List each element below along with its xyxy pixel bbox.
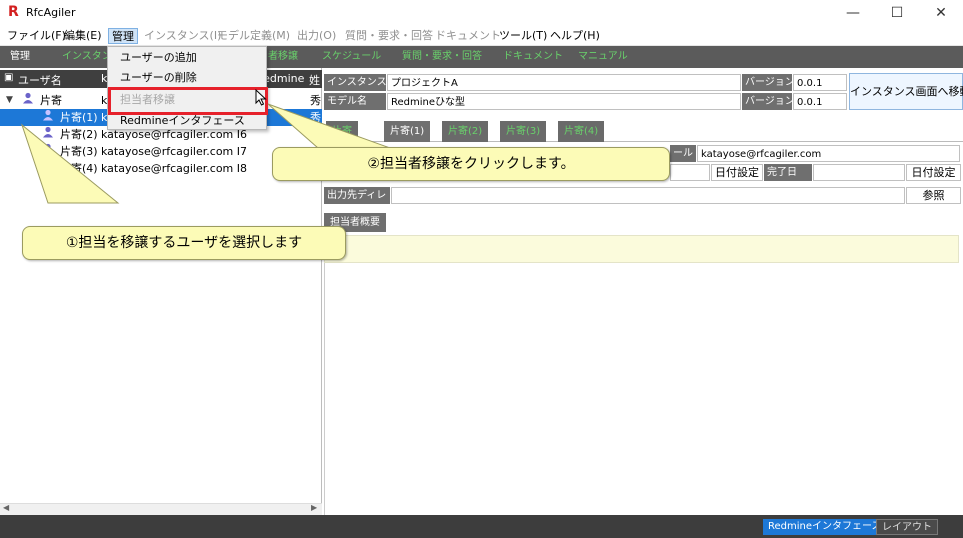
- callout-step-2: ②担当者移譲をクリックします。: [272, 147, 670, 181]
- layout-button[interactable]: レイアウト: [876, 519, 938, 535]
- callout-step-1: ①担当を移譲するユーザを選択します: [22, 226, 346, 260]
- redmine-interface-button[interactable]: Redmineインタフェース: [763, 519, 887, 535]
- status-bar: Redmineインタフェース レイアウト: [0, 515, 963, 538]
- callout-pointers: [20, 103, 391, 204]
